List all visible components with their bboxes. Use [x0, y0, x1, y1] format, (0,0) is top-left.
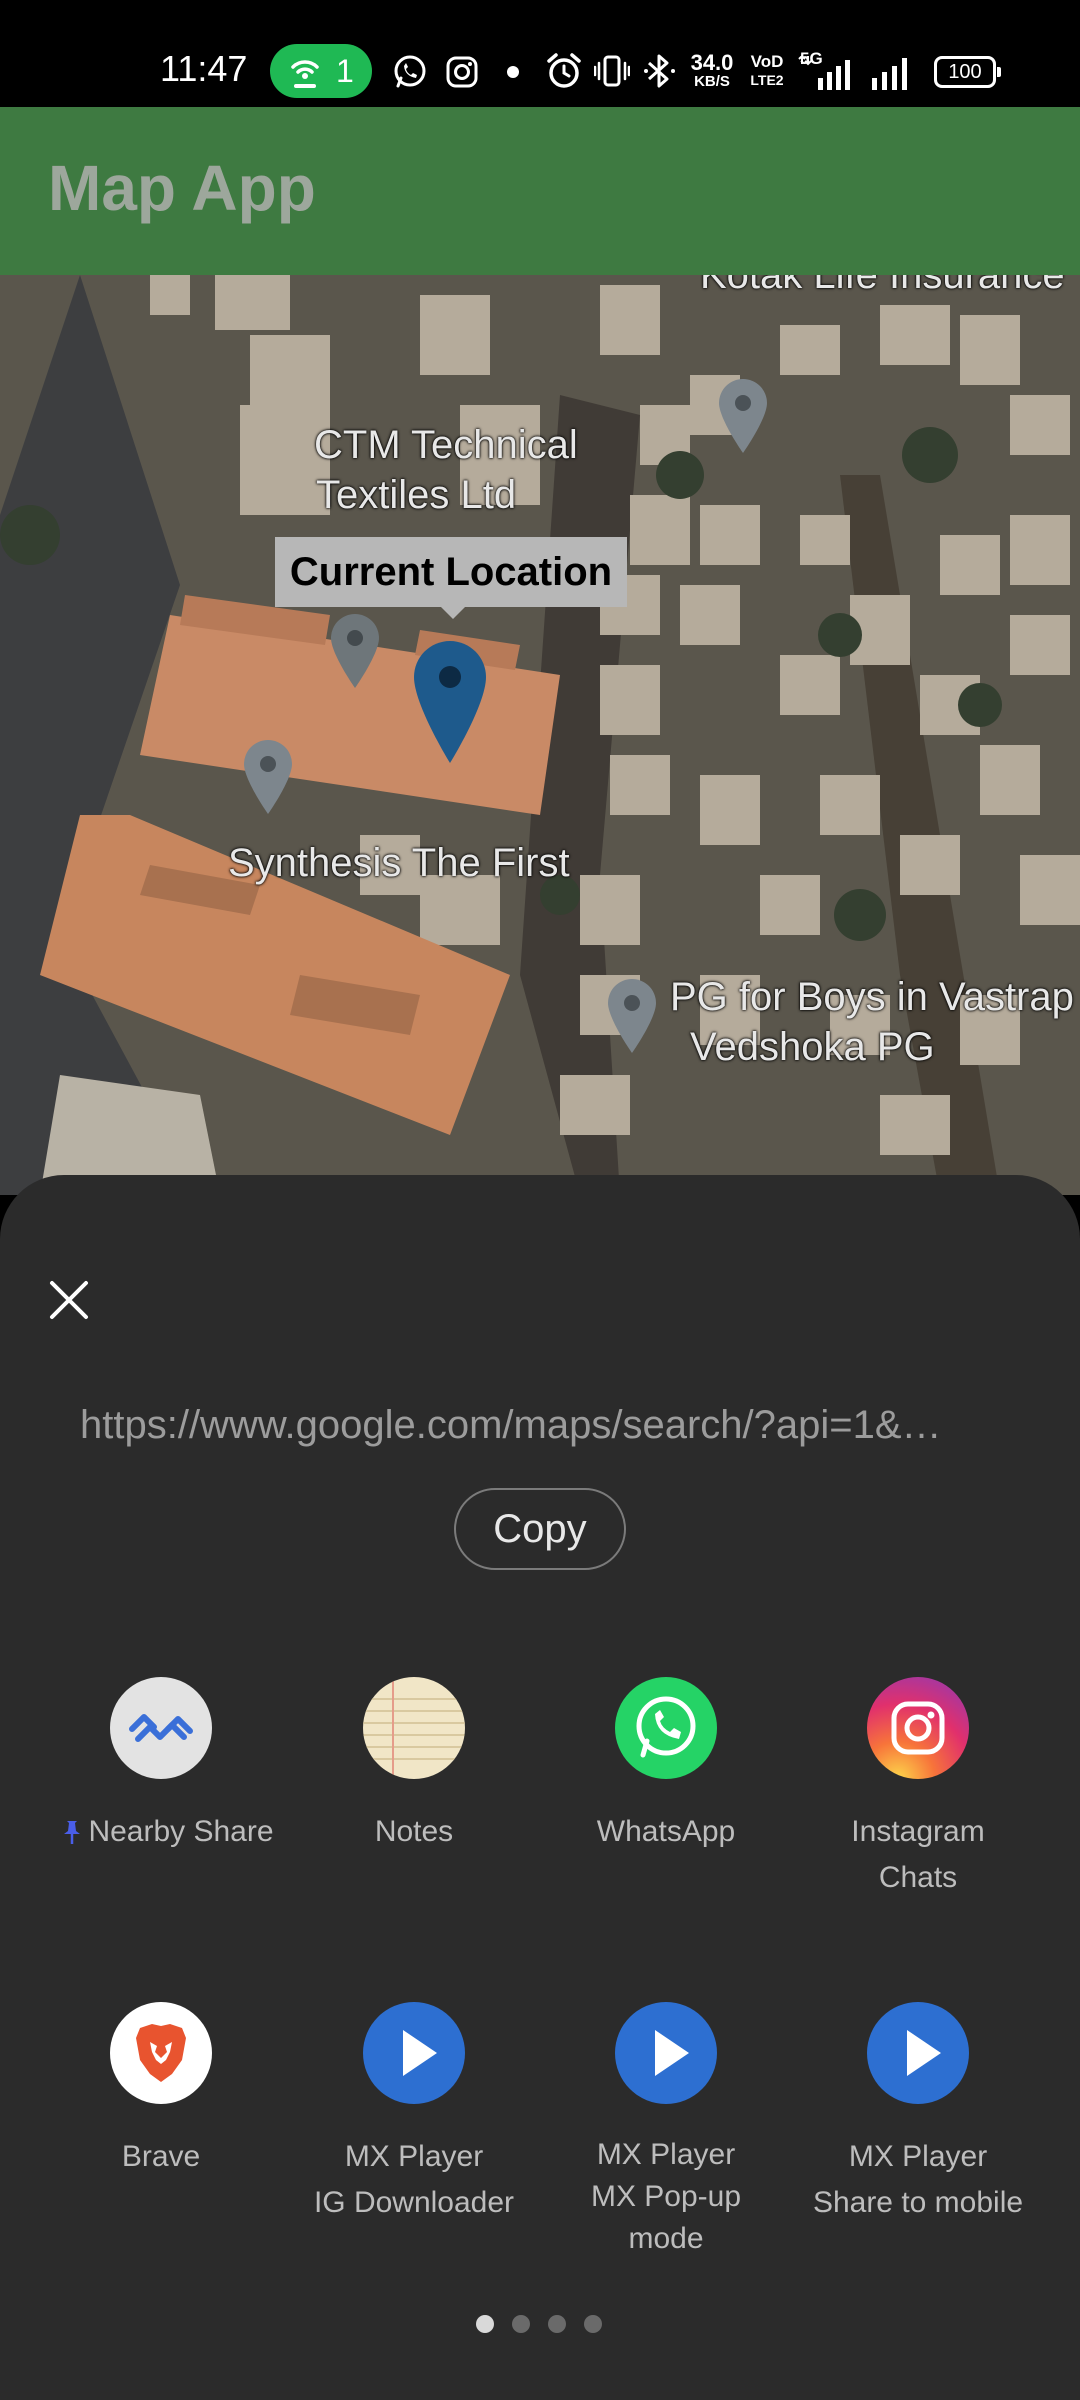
hotspot-indicator: 1 — [270, 44, 372, 98]
whatsapp-notification-icon — [394, 55, 426, 88]
bluetooth-icon — [644, 54, 675, 88]
more-notifications-dot — [507, 66, 519, 78]
share-target-sublabel: Chats — [878, 1861, 958, 1894]
share-target-label: MX Player — [344, 2140, 484, 2173]
whatsapp-icon — [615, 1677, 717, 1779]
notes-icon — [363, 1677, 465, 1779]
share-target-label: Instagram — [851, 1815, 985, 1848]
net-speed: 34.0 KB/S — [684, 52, 740, 90]
poi-marker-icon[interactable] — [240, 736, 296, 816]
share-target-label: MX Player — [848, 2140, 988, 2173]
battery-level: 100 — [948, 61, 982, 83]
share-target-label: Nearby Share — [88, 1815, 274, 1848]
hotspot-icon — [291, 60, 319, 88]
share-target-label: Notes — [374, 1815, 454, 1848]
share-target-whatsapp[interactable]: WhatsApp — [540, 1677, 792, 1855]
close-icon[interactable] — [44, 1275, 94, 1325]
map-label-ctm-line1: CTM Technical — [314, 423, 578, 467]
share-target-sublabel: IG Downloader — [313, 2186, 515, 2219]
share-sheet: https://www.google.com/maps/search/?api=… — [0, 1175, 1080, 2400]
share-target-label: WhatsApp — [596, 1815, 736, 1848]
alarm-icon — [547, 53, 581, 88]
map-view[interactable]: Kotak Life Insurance CTM Technical Texti… — [0, 275, 1080, 1195]
map-label-synthesis: Synthesis The First — [228, 841, 570, 885]
hotspot-count: 1 — [336, 53, 354, 89]
status-bar: 11:47 1 34.0 KB/S VoD LTE2 5G 100 — [0, 0, 1080, 107]
poi-marker-icon[interactable] — [327, 610, 383, 690]
page-dot[interactable] — [548, 2315, 566, 2333]
app-bar: Map App — [0, 107, 1080, 275]
pin-icon — [64, 1821, 81, 1844]
share-url: https://www.google.com/maps/search/?api=… — [80, 1403, 942, 1447]
signal-sim1-icon — [798, 56, 850, 90]
share-target-label: MX Player — [596, 2138, 736, 2171]
map-label-pg-line2: Vedshoka PG — [690, 1025, 935, 1069]
map-label-ctm-line2: Textiles Ltd — [316, 473, 517, 517]
volte-bottom: LTE — [750, 72, 776, 88]
share-target-notes[interactable]: Notes — [288, 1677, 540, 1855]
battery-icon: 100 — [934, 56, 1001, 88]
net-speed-unit: KB/S — [694, 73, 730, 90]
share-target-sublabel-2: mode — [628, 2222, 704, 2255]
page-dot[interactable] — [512, 2315, 530, 2333]
nearby-share-icon — [110, 1677, 212, 1779]
volte-top-sup: D — [771, 52, 784, 71]
map-label-kotak: Kotak Life Insurance — [700, 275, 1065, 297]
current-location-marker-icon[interactable] — [410, 637, 490, 765]
share-target-mx-player-ig-downloader[interactable]: MX Player IG Downloader — [288, 2002, 540, 2226]
status-time: 11:47 — [160, 48, 248, 89]
vibrate-icon — [594, 55, 630, 87]
volte-top: Vo — [750, 52, 772, 71]
instagram-notification-icon — [446, 56, 478, 88]
page-dot[interactable] — [476, 2315, 494, 2333]
copy-button[interactable]: Copy — [454, 1488, 626, 1570]
volte-indicator: VoD LTE2 — [748, 52, 786, 89]
share-target-label: Brave — [121, 2140, 201, 2173]
poi-marker-icon[interactable] — [604, 975, 660, 1055]
map-label-pg-line1: PG for Boys in Vastrap — [670, 975, 1074, 1019]
share-target-mx-player-popup[interactable]: MX Player MX Pop-up mode — [540, 2002, 792, 2260]
share-target-instagram-chats[interactable]: Instagram Chats — [792, 1677, 1044, 1901]
share-target-mx-player-share-to-mobile[interactable]: MX Player Share to mobile — [792, 2002, 1044, 2226]
brave-icon — [110, 2002, 212, 2104]
share-target-brave[interactable]: Brave — [35, 2002, 287, 2180]
instagram-icon — [867, 1677, 969, 1779]
mx-player-icon — [867, 2002, 969, 2104]
share-target-sublabel: Share to mobile — [812, 2186, 1024, 2219]
current-location-callout: Current Location — [275, 537, 627, 619]
page-dot[interactable] — [584, 2315, 602, 2333]
volte-sim: 2 — [775, 72, 784, 88]
signal-sim2-icon — [872, 58, 907, 90]
mx-player-icon — [363, 2002, 465, 2104]
share-target-sublabel: MX Pop-up — [590, 2180, 742, 2213]
app-title: Map App — [48, 152, 316, 224]
net-speed-value: 34.0 — [690, 50, 734, 75]
poi-marker-icon[interactable] — [715, 375, 771, 455]
mx-player-icon — [615, 2002, 717, 2104]
share-target-nearby-share[interactable]: Nearby Share — [35, 1677, 287, 1855]
